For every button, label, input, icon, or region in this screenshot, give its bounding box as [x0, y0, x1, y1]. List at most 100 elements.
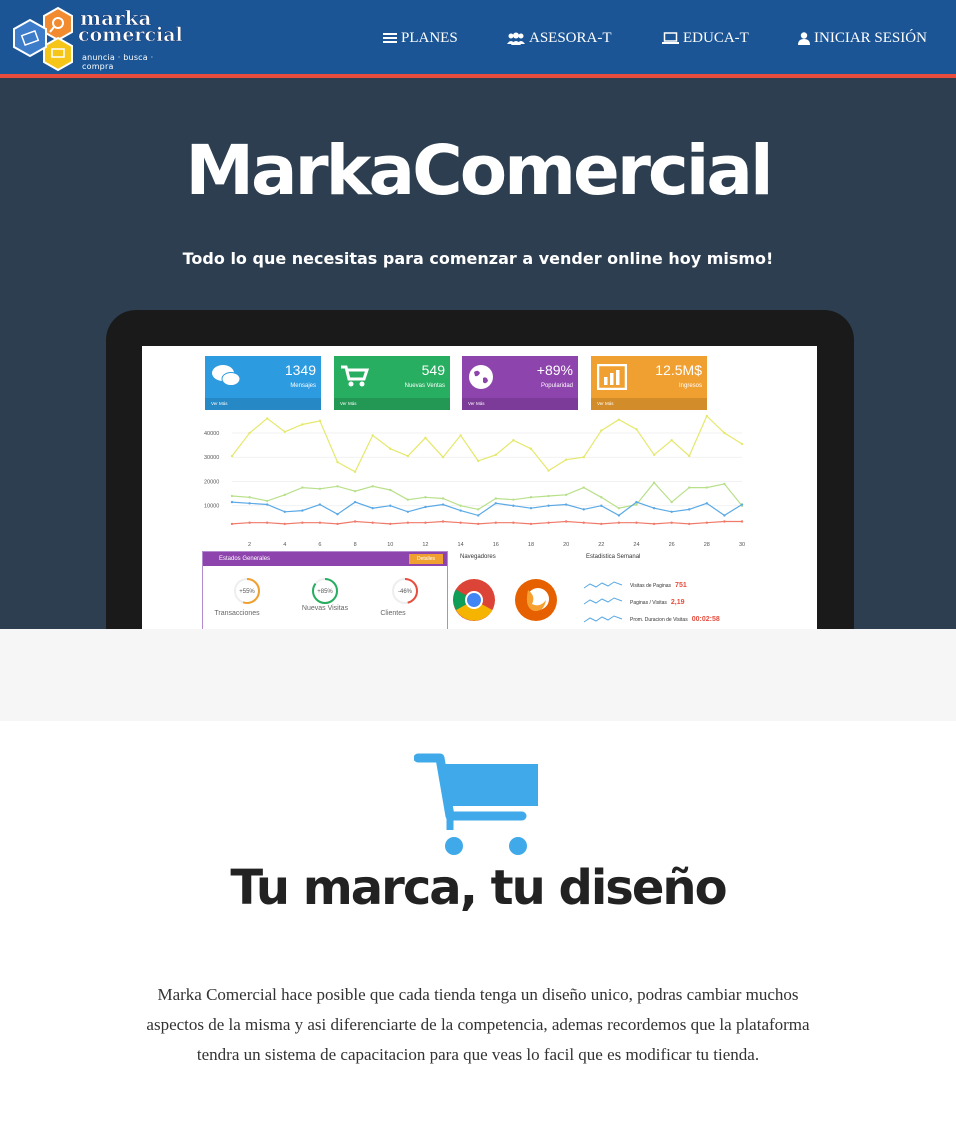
card-mensajes-footer[interactable]: Ver Más	[205, 398, 321, 410]
estados-generales-panel: Estados Generales Detalles +55% +85% -46…	[202, 551, 448, 629]
chart-point	[617, 506, 621, 510]
chart-point	[265, 503, 269, 506]
clientes-value: -46%	[398, 589, 413, 595]
chart-x-tick: 4	[283, 542, 286, 548]
chart-point	[336, 522, 339, 526]
site-logo[interactable]: marka comercial anuncia · busca · compra	[8, 6, 183, 72]
weekly-paginas-label: Paginas / Visitas	[630, 600, 667, 606]
chart-point	[336, 513, 339, 516]
chart-point	[406, 498, 410, 501]
nav-educa-label: EDUCA-T	[683, 30, 749, 46]
nav-planes[interactable]: PLANES	[383, 28, 458, 48]
chart-point	[564, 520, 568, 523]
chart-x-tick: 16	[493, 542, 499, 548]
chart-point	[353, 520, 357, 523]
weekly-duracion-label: Prom. Duracion de Visitas	[630, 617, 688, 623]
chart-point	[688, 454, 691, 458]
cart-icon	[341, 365, 370, 387]
estados-generales-title: Estados Generales	[219, 556, 271, 562]
chart-point	[389, 488, 392, 492]
weekly-paginas-value: 2,19	[670, 599, 685, 606]
chart-point	[547, 494, 550, 498]
chart-point	[424, 521, 427, 524]
chart-series-line-0	[231, 414, 743, 473]
chart-point	[529, 496, 533, 499]
chart-point	[652, 481, 656, 484]
chart-point	[389, 447, 392, 450]
chart-y-tick: 40000	[204, 431, 219, 437]
navegadores-title-text: Navegadores	[460, 554, 496, 560]
card-ingresos: 12.5M$ Ingresos Ver Más	[591, 356, 707, 410]
chart-point	[670, 500, 673, 504]
logo-hexagons-icon	[13, 6, 73, 72]
card-nuevas-ventas-footer[interactable]: Ver Más	[334, 398, 450, 410]
chart-point	[283, 430, 286, 433]
chart-y-tick: 10000	[204, 504, 219, 510]
chart-point	[459, 509, 462, 512]
chart-point	[652, 506, 656, 510]
chart-point	[336, 460, 339, 464]
chart-point	[529, 506, 533, 510]
chart-point	[248, 431, 251, 435]
feature-description: Marka Comercial hace posible que cada ti…	[146, 985, 810, 1064]
chart-point	[652, 522, 656, 526]
card-ingresos-value: 12.5M$	[655, 362, 702, 378]
clientes-ring: -46%	[392, 578, 418, 604]
chart-point	[248, 521, 251, 524]
chart-point	[477, 514, 480, 517]
chart-x-tick: 18	[528, 542, 534, 548]
chart-point	[353, 470, 357, 473]
chart-point	[635, 503, 638, 506]
chart-point	[670, 439, 673, 442]
chart-point	[582, 521, 585, 524]
chart-point	[688, 486, 691, 489]
chart-point	[617, 418, 621, 421]
chart-point	[301, 423, 304, 426]
chart-point	[318, 487, 322, 490]
card-mensajes: 1349 Mensajes Ver Más	[205, 356, 321, 410]
chart-x-tick: 14	[458, 542, 464, 548]
chart-point	[283, 493, 286, 497]
chart-x-tick: 2	[248, 542, 251, 548]
feature-title: Tu marca, tu diseño	[230, 860, 727, 916]
chart-x-tick: 24	[633, 542, 639, 548]
card-ingresos-footer[interactable]: Ver Más	[591, 398, 707, 410]
chart-point	[318, 419, 322, 423]
logo-text-comercial: comercial	[78, 24, 183, 46]
chart-point	[459, 434, 462, 437]
card-popularidad-value: +89%	[536, 362, 573, 378]
chart-point	[635, 521, 638, 524]
chart-point	[371, 434, 374, 437]
hero-section: MarkaComercial Todo lo que necesitas par…	[0, 78, 956, 629]
chart-point	[389, 504, 392, 507]
card-nuevas-ventas-value: 549	[421, 362, 445, 378]
nav-asesora[interactable]: ASESORA-T	[507, 28, 612, 48]
chart-point	[477, 522, 480, 526]
weekly-visitas-value: 751	[675, 582, 687, 589]
nav-educa[interactable]: EDUCA-T	[662, 28, 749, 48]
chrome-icon	[453, 579, 495, 621]
card-ingresos-label: Ingresos	[678, 383, 702, 389]
weekly-duracion-value: 00:02:58	[691, 616, 720, 623]
chart-point	[265, 521, 269, 524]
chart-point	[600, 496, 603, 499]
chart-point	[441, 503, 445, 506]
chart-point	[301, 486, 304, 489]
chart-point	[705, 502, 709, 505]
estadistica-semanal-title-text: Estadistica Semanal	[586, 554, 641, 560]
detalles-button[interactable]: Detalles	[409, 554, 443, 564]
transacciones-ring: +55%	[234, 578, 260, 604]
nuevas-visitas-ring: +85%	[312, 578, 338, 604]
chart-point	[248, 502, 251, 505]
nav-iniciar-sesion[interactable]: INICIAR SESIÓN	[798, 28, 927, 48]
bars-icon	[383, 33, 397, 43]
chart-point	[424, 496, 427, 499]
chart-x-tick: 26	[669, 542, 675, 548]
chart-point	[265, 499, 269, 503]
chart-point	[318, 503, 322, 506]
chart-point	[494, 453, 497, 457]
card-popularidad-footer[interactable]: Ver Más	[462, 398, 578, 410]
chart-point	[389, 522, 392, 526]
chart-point	[670, 521, 673, 524]
weekly-row-duracion: Prom. Duracion de Visitas 00:02:58	[630, 616, 720, 623]
